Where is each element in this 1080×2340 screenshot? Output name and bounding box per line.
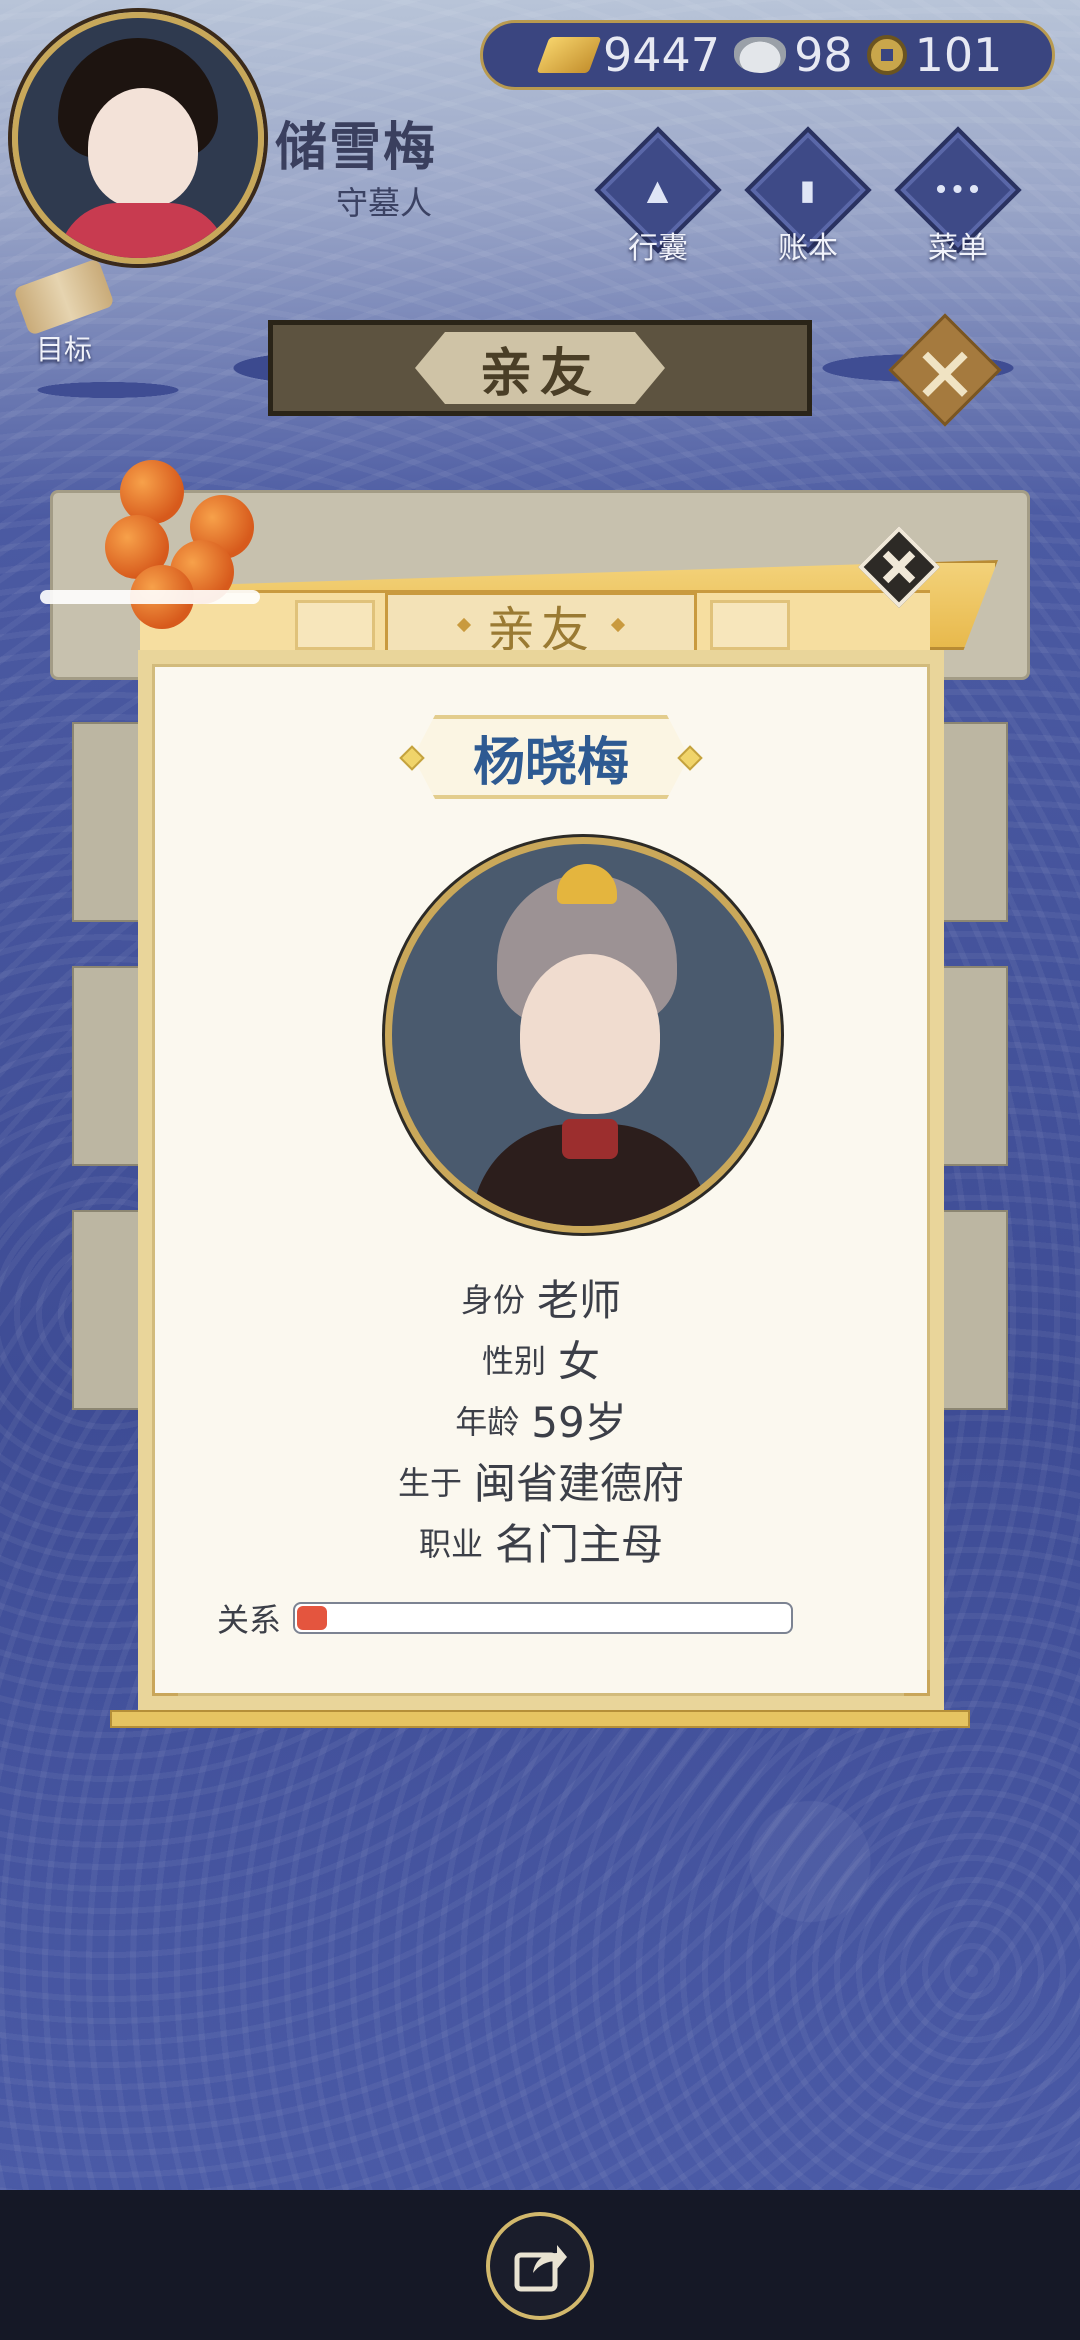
silver-ingot-icon <box>734 37 787 73</box>
screen-title: 亲友 <box>415 332 665 404</box>
info-key: 性别 <box>481 1341 546 1380</box>
info-key: 生于 <box>397 1463 462 1502</box>
player-avatar[interactable] <box>12 12 264 264</box>
menu-label: 菜单 <box>928 231 988 266</box>
info-key: 职业 <box>418 1524 483 1563</box>
person-name: 杨晓梅 <box>472 732 629 793</box>
info-value: 女 <box>558 1337 601 1386</box>
info-value: 名门主母 <box>495 1520 664 1569</box>
player-name: 储雪梅 <box>275 118 438 178</box>
silver-count: 98 <box>794 28 853 82</box>
screen-title-banner: 亲友 <box>268 320 812 416</box>
goal-label: 目标 <box>35 333 92 366</box>
ledger-button[interactable]: ▮ 账本 <box>744 126 872 266</box>
book-icon: ▮ <box>800 173 816 207</box>
person-name-plate: 杨晓梅 <box>413 715 689 799</box>
info-key: 年龄 <box>455 1402 520 1441</box>
share-button[interactable] <box>486 2212 594 2320</box>
corner-ornament <box>904 1670 930 1696</box>
goal-button[interactable]: 目标 <box>13 258 115 368</box>
currency-bar: 9447 98 101 <box>480 20 1055 90</box>
relative-detail-dialog: 亲友 杨晓梅 身份 老师 性别 女 年龄 59岁 生于 闽省建德府 职业 名门主… <box>110 525 998 1735</box>
copper-coin-icon <box>866 35 907 75</box>
gold-count: 9447 <box>603 28 721 82</box>
gold-ingot-icon <box>536 37 602 73</box>
title-dot <box>610 617 626 633</box>
info-row-gender: 性别 女 <box>155 1328 927 1389</box>
cloud-stick-ornament <box>40 590 260 604</box>
info-row-identity: 身份 老师 <box>155 1267 927 1328</box>
relation-bar <box>293 1602 794 1634</box>
ledger-label: 账本 <box>778 231 838 266</box>
title-dot <box>456 617 472 633</box>
person-info: 身份 老师 性别 女 年龄 59岁 生于 闽省建德府 职业 名门主母 <box>155 1267 927 1572</box>
info-row-age: 年龄 59岁 <box>155 1389 927 1450</box>
info-row-occupation: 职业 名门主母 <box>155 1511 927 1572</box>
relation-row: 关系 <box>217 1595 794 1641</box>
bag-button[interactable]: ▲ 行囊 <box>594 126 722 266</box>
more-icon: ••• <box>933 173 983 207</box>
corner-ornament <box>152 1670 178 1696</box>
relation-bar-fill <box>297 1606 327 1630</box>
person-portrait <box>385 837 781 1233</box>
relation-label: 关系 <box>217 1601 282 1639</box>
dialog-paper: 杨晓梅 身份 老师 性别 女 年龄 59岁 生于 闽省建德府 职业 名门主母 关… <box>138 650 944 1710</box>
dialog-base-bar <box>110 1710 970 1728</box>
copper-count: 101 <box>914 28 1003 82</box>
info-value: 闽省建德府 <box>474 1459 685 1508</box>
share-icon <box>514 2245 567 2292</box>
header-ornament <box>710 600 790 650</box>
menu-button[interactable]: ••• 菜单 <box>894 126 1022 266</box>
info-key: 身份 <box>460 1280 525 1319</box>
info-row-birthplace: 生于 闽省建德府 <box>155 1450 927 1511</box>
info-value: 59岁 <box>531 1398 627 1447</box>
bag-icon: ▲ <box>647 173 669 207</box>
dialog-content: 杨晓梅 身份 老师 性别 女 年龄 59岁 生于 闽省建德府 职业 名门主母 关… <box>152 664 930 1696</box>
bag-label: 行囊 <box>628 231 688 266</box>
info-value: 老师 <box>537 1276 622 1325</box>
header-ornament <box>295 600 375 650</box>
player-role: 守墓人 <box>336 184 433 222</box>
dialog-title-box: 亲友 <box>385 592 697 658</box>
